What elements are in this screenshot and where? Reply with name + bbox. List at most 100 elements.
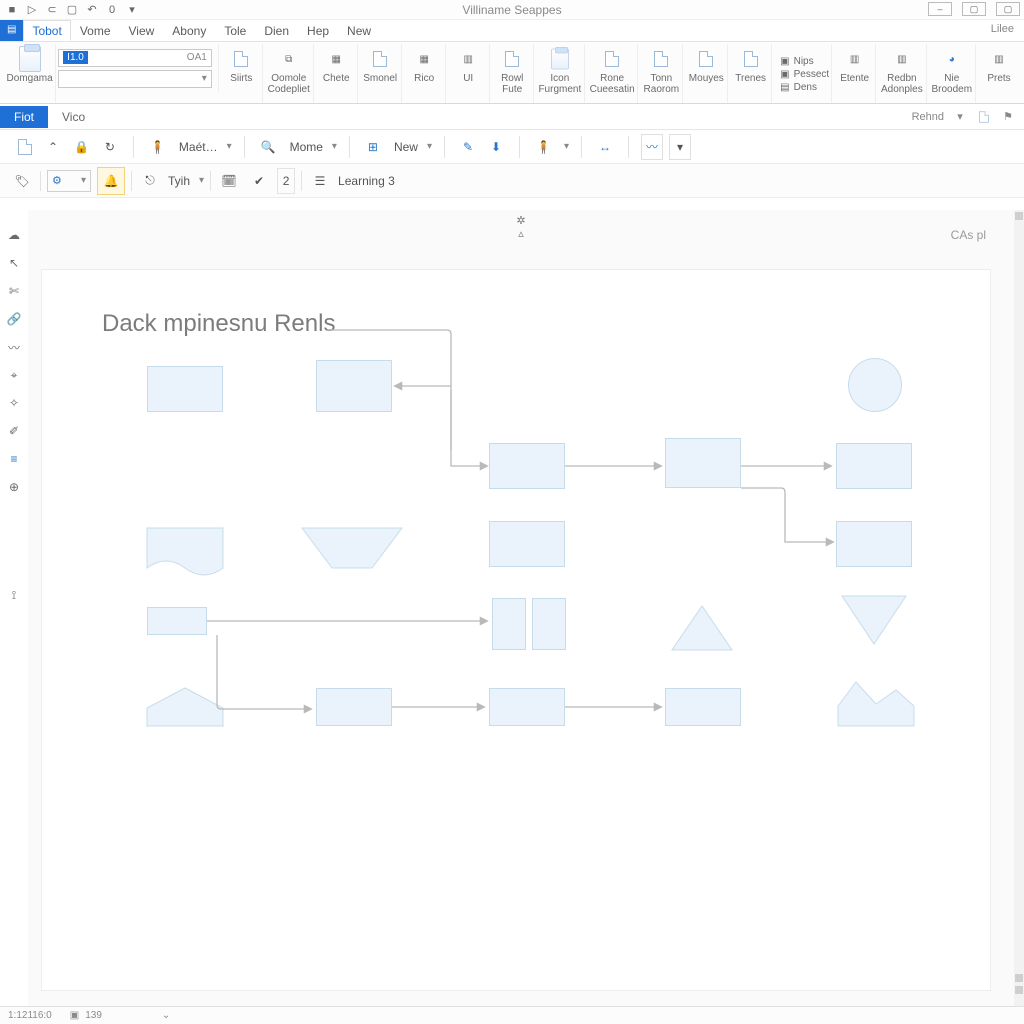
- ribbon-btn[interactable]: ▥ Etente: [834, 44, 876, 103]
- bars-icon[interactable]: ≡: [5, 450, 23, 468]
- tab-8[interactable]: New: [338, 20, 380, 41]
- shape-circle[interactable]: [848, 358, 902, 412]
- ribbon-btn[interactable]: ▥ Redbn Adonples: [878, 44, 926, 103]
- shape-rect[interactable]: [316, 688, 392, 726]
- tab-2[interactable]: Vome: [71, 20, 120, 41]
- ribbon-small-btn[interactable]: ▣ Pessect: [780, 69, 829, 80]
- search-icon[interactable]: 🔍: [257, 134, 280, 160]
- counter[interactable]: 2: [277, 168, 295, 194]
- pencil-icon[interactable]: ✎: [457, 134, 479, 160]
- tab-4[interactable]: Abony: [163, 20, 215, 41]
- up-icon[interactable]: ⌃: [42, 134, 64, 160]
- status-marker-icon[interactable]: ⌄: [162, 1010, 170, 1021]
- handle-icon[interactable]: ✲▵: [516, 214, 525, 240]
- minimize-button[interactable]: –: [928, 2, 952, 16]
- tab-1[interactable]: Tobot: [23, 20, 70, 41]
- list-icon[interactable]: ☰: [308, 168, 332, 194]
- name-box-dropdown[interactable]: ▾: [58, 70, 212, 88]
- person-icon[interactable]: 🧍: [532, 134, 555, 160]
- scroll-down-icon[interactable]: [1015, 974, 1023, 982]
- globe-icon[interactable]: ⊕: [5, 478, 23, 496]
- toolbar-label[interactable]: Mome: [290, 140, 323, 154]
- cloud-icon[interactable]: ☁: [5, 226, 23, 244]
- shape-rect[interactable]: [665, 438, 741, 488]
- new-icon[interactable]: ▢: [64, 2, 80, 18]
- qat-overflow-icon[interactable]: ▾: [124, 2, 140, 18]
- chevron-down-icon[interactable]: ▾: [427, 141, 432, 152]
- diagram-page[interactable]: Dаck mpinesnu Renls: [42, 270, 990, 990]
- calendar-icon[interactable]: 🗓: [217, 168, 241, 194]
- close-button[interactable]: ▢: [996, 2, 1020, 16]
- size-combo[interactable]: ⚙▾: [47, 170, 91, 192]
- shape-rect[interactable]: [147, 366, 223, 412]
- shape-rect[interactable]: [489, 688, 565, 726]
- vertical-scrollbar[interactable]: [1014, 210, 1024, 1006]
- subtab-1[interactable]: Fiot: [0, 106, 48, 128]
- anchor-icon[interactable]: ⟟: [5, 586, 23, 604]
- brush-icon[interactable]: ✐: [5, 422, 23, 440]
- ribbon-btn[interactable]: ▥ Prets: [978, 44, 1020, 103]
- new-icon[interactable]: ⊞: [362, 134, 384, 160]
- chevron-down-icon[interactable]: ▾: [332, 141, 337, 152]
- chevron-down-icon[interactable]: ▾: [952, 109, 968, 125]
- ribbon-btn[interactable]: ⧉ Oomole Codepliet: [265, 44, 314, 103]
- ribbon-small-btn[interactable]: ▤ Dens: [780, 82, 817, 93]
- save-icon[interactable]: ▷: [24, 2, 40, 18]
- subbar-right-label[interactable]: Rehnd: [912, 111, 944, 123]
- bookmark-icon[interactable]: 🏷: [10, 168, 34, 194]
- name-box[interactable]: I1.0 OA1 ▾: [58, 44, 219, 92]
- page-icon[interactable]: [14, 134, 36, 160]
- ribbon-btn[interactable]: Icon Furgment: [536, 44, 585, 103]
- tab-3[interactable]: View: [120, 20, 164, 41]
- shape-rect[interactable]: [836, 443, 912, 489]
- scissors-icon[interactable]: ✄: [5, 282, 23, 300]
- ribbon-btn[interactable]: ◕ Nie Broodem: [929, 44, 976, 103]
- check-icon[interactable]: ✔: [247, 168, 271, 194]
- lock-icon[interactable]: 🔒: [70, 134, 93, 160]
- shape-rect[interactable]: [836, 521, 912, 567]
- shape-rect[interactable]: [316, 360, 392, 412]
- ribbon-btn[interactable]: Trenes: [730, 44, 772, 103]
- ribbon-btn[interactable]: Siirts: [221, 44, 263, 103]
- settings-icon[interactable]: ⎋: [138, 168, 162, 194]
- shape-rect[interactable]: [147, 607, 207, 635]
- resize-icon[interactable]: ↔: [594, 134, 616, 160]
- wave-icon[interactable]: 〰: [5, 338, 23, 356]
- refresh-icon[interactable]: ↻: [99, 134, 121, 160]
- flag-icon[interactable]: ⚑: [1000, 109, 1016, 125]
- file-tab[interactable]: ▤: [0, 20, 23, 41]
- subtab-2[interactable]: Vico: [48, 106, 99, 128]
- shape-rect[interactable]: [665, 688, 741, 726]
- ribbon-small-btn[interactable]: ▣ Nips: [780, 56, 813, 67]
- chevron-down-icon[interactable]: ▾: [669, 134, 691, 160]
- ribbon-btn[interactable]: ▦ Chete: [316, 44, 358, 103]
- open-icon[interactable]: ⊂: [44, 2, 60, 18]
- down-arrow-icon[interactable]: ⬇: [485, 134, 507, 160]
- ribbon-btn[interactable]: Smonel: [360, 44, 402, 103]
- ribbon-corner-label[interactable]: Lilee: [981, 20, 1024, 41]
- shape-rect[interactable]: [489, 443, 565, 489]
- compass-icon[interactable]: ⌖: [5, 366, 23, 384]
- ribbon-btn[interactable]: Mouyes: [685, 44, 728, 103]
- maximize-button[interactable]: ▢: [962, 2, 986, 16]
- shape-rect[interactable]: [489, 521, 565, 567]
- user-icon[interactable]: 🧍: [146, 134, 169, 160]
- doc-icon[interactable]: [976, 109, 992, 125]
- canvas[interactable]: ✲▵ CAs pl Dаck mpinesnu Renls: [28, 210, 1014, 1006]
- wand-icon[interactable]: ✧: [5, 394, 23, 412]
- shape-rect[interactable]: [492, 598, 526, 650]
- bell-icon[interactable]: 🔔: [97, 167, 125, 195]
- ribbon-btn[interactable]: ▥ UI: [448, 44, 490, 103]
- chevron-down-icon[interactable]: ▾: [199, 175, 204, 186]
- shape-rect[interactable]: [532, 598, 566, 650]
- app-icon[interactable]: ■: [4, 2, 20, 18]
- link-icon[interactable]: 🔗: [5, 310, 23, 328]
- redo-icon[interactable]: 0: [104, 2, 120, 18]
- chevron-down-icon[interactable]: ▾: [227, 141, 232, 152]
- tab-5[interactable]: Tole: [215, 20, 255, 41]
- toolbar-label[interactable]: Learning 3: [338, 174, 395, 188]
- lasso-icon[interactable]: 〰: [641, 134, 663, 160]
- ribbon-btn[interactable]: Rowl Fute: [492, 44, 534, 103]
- cursor-icon[interactable]: ↖: [5, 254, 23, 272]
- chevron-down-icon[interactable]: ▾: [564, 141, 569, 152]
